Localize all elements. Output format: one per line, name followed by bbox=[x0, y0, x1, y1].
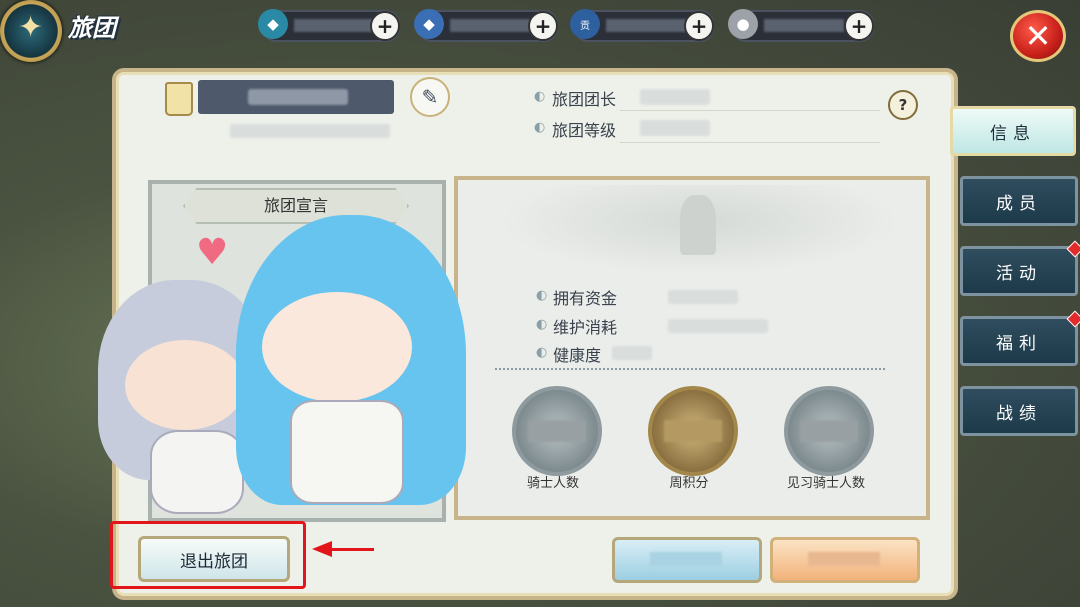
resource-value bbox=[450, 19, 530, 32]
weekly-score-medal-icon bbox=[648, 386, 738, 476]
blurred-action-button[interactable] bbox=[612, 537, 762, 583]
compass-star-icon: ✦ bbox=[18, 10, 44, 45]
chibi-face bbox=[125, 340, 245, 430]
add-crystal-button[interactable]: + bbox=[370, 11, 400, 41]
edit-pencil-icon[interactable]: ✎ bbox=[410, 77, 450, 117]
tab-activities[interactable]: 活动 bbox=[960, 240, 1080, 296]
trainee-count-medal-icon bbox=[784, 386, 874, 476]
tab-label: 活动 bbox=[996, 263, 1042, 284]
add-contribution-button[interactable]: + bbox=[684, 11, 714, 41]
button-label-blurred bbox=[808, 552, 880, 566]
divider bbox=[620, 110, 880, 111]
bullet-icon: ◐ bbox=[534, 89, 546, 104]
resource-silver: ● + bbox=[728, 9, 874, 42]
leader-value bbox=[640, 89, 710, 105]
bullet-icon: ◐ bbox=[536, 345, 548, 360]
guild-id-value bbox=[230, 124, 390, 138]
add-locked-crystal-button[interactable]: + bbox=[528, 11, 558, 41]
chibi-face bbox=[262, 292, 412, 402]
resource-contribution: 贡 + bbox=[570, 9, 714, 42]
medal-value bbox=[528, 420, 586, 442]
locked-crystal-icon: ◆ bbox=[414, 9, 444, 39]
bullet-icon: ◐ bbox=[534, 120, 546, 135]
help-button[interactable]: ? bbox=[888, 90, 918, 120]
funds-value bbox=[668, 290, 738, 304]
chibi-body bbox=[150, 430, 244, 514]
angel-statue-icon bbox=[680, 195, 716, 255]
add-silver-button[interactable]: + bbox=[844, 11, 874, 41]
rook-icon bbox=[165, 82, 193, 116]
health-value bbox=[612, 346, 652, 360]
arrow-icon bbox=[312, 541, 332, 557]
tab-welfare[interactable]: 福利 bbox=[960, 310, 1080, 366]
blurred-action-button-orange[interactable] bbox=[770, 537, 920, 583]
tab-members[interactable]: 成员 bbox=[960, 176, 1078, 226]
blue-crystal-icon: ◆ bbox=[258, 9, 288, 39]
dotted-divider bbox=[495, 368, 885, 370]
bullet-icon: ◐ bbox=[536, 317, 548, 332]
tab-records[interactable]: 战绩 bbox=[960, 386, 1078, 436]
notification-badge bbox=[1066, 240, 1080, 258]
level-label: 旅团等级 bbox=[552, 121, 617, 140]
leader-label: 旅团团长 bbox=[552, 90, 617, 109]
resource-crystal: ◆ + bbox=[258, 9, 400, 42]
bullet-icon: ◐ bbox=[536, 288, 548, 303]
heart-icon: ♥ bbox=[196, 232, 229, 273]
health-label: 健康度 bbox=[553, 346, 602, 365]
guild-name-value bbox=[248, 89, 348, 105]
medal-value bbox=[664, 420, 722, 442]
funds-label: 拥有资金 bbox=[553, 289, 618, 308]
close-button[interactable]: ✕ bbox=[1010, 10, 1066, 62]
upkeep-label: 维护消耗 bbox=[553, 318, 618, 337]
page-title: 旅团 bbox=[68, 14, 116, 42]
divider bbox=[620, 142, 880, 143]
contribution-coin-icon: 贡 bbox=[570, 9, 600, 39]
resource-locked-crystal: ◆ + bbox=[414, 9, 558, 42]
upkeep-value bbox=[668, 319, 768, 333]
resource-value bbox=[294, 19, 374, 32]
guild-name-field bbox=[198, 80, 394, 114]
resource-value bbox=[606, 19, 686, 32]
weekly-score-label: 周积分 bbox=[669, 476, 709, 491]
chibi-body bbox=[290, 400, 404, 504]
highlight-box bbox=[110, 521, 306, 589]
silver-coin-icon: ● bbox=[728, 9, 758, 39]
notification-badge bbox=[1066, 310, 1080, 328]
tab-label: 福利 bbox=[996, 333, 1042, 354]
resource-value bbox=[764, 19, 844, 32]
knight-count-medal-icon bbox=[512, 386, 602, 476]
level-value bbox=[640, 120, 710, 136]
knight-count-label: 骑士人数 bbox=[526, 476, 579, 491]
trainee-count-label: 见习骑士人数 bbox=[786, 476, 865, 491]
medal-value bbox=[800, 420, 858, 442]
arrow-shaft bbox=[330, 548, 374, 551]
button-label-blurred bbox=[650, 552, 722, 566]
tab-info[interactable]: 信息 bbox=[950, 106, 1076, 156]
